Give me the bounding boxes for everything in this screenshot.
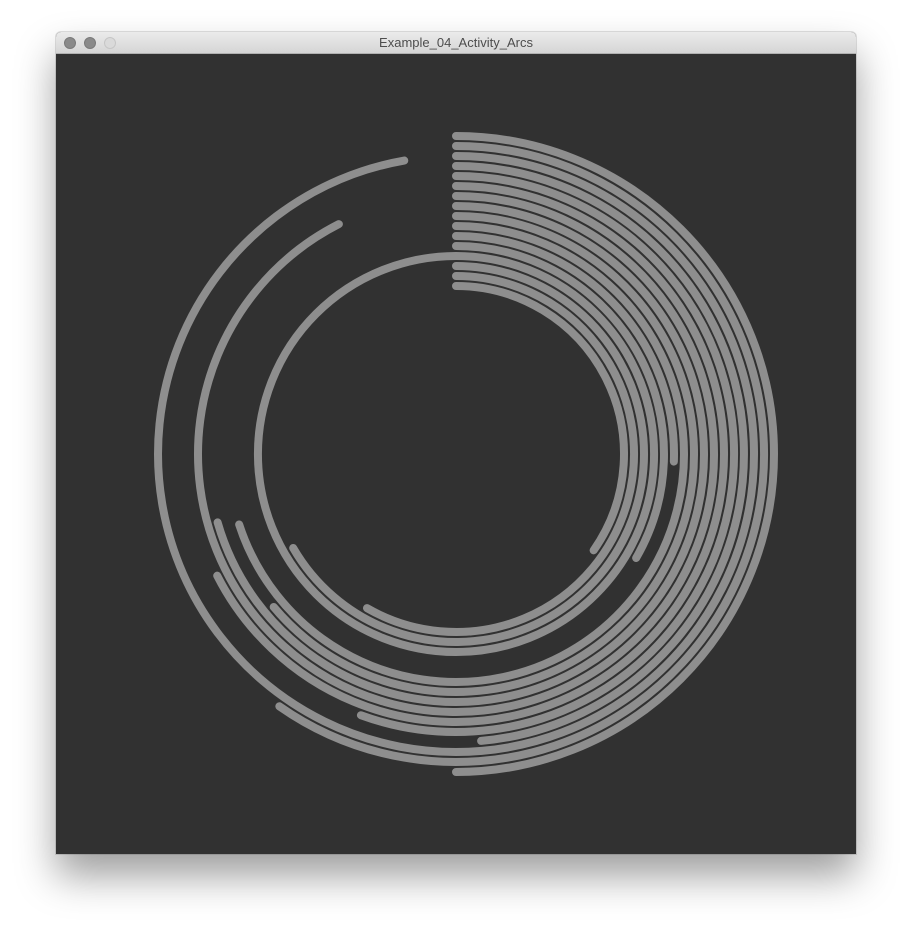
title-bar[interactable]: Example_04_Activity_Arcs [56,32,856,54]
window-title: Example_04_Activity_Arcs [379,35,533,50]
activity-arcs-drawing [154,132,778,776]
app-window: Example_04_Activity_Arcs [56,32,856,854]
sketch-canvas [56,54,856,854]
activity-arc-10 [235,222,688,686]
activity-arc-14 [289,262,648,646]
activity-arc-13 [254,252,658,657]
